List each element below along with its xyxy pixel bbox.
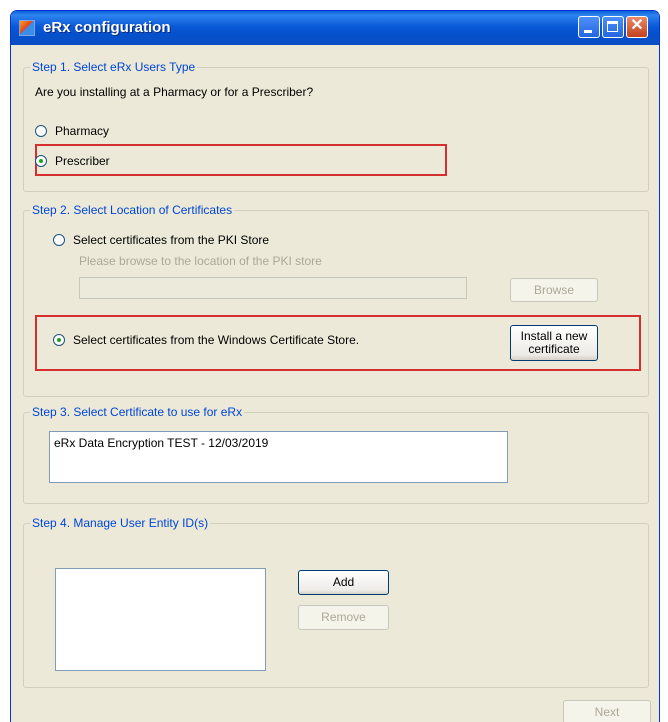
pki-path-input[interactable] (79, 277, 467, 299)
minimize-button[interactable] (578, 16, 600, 38)
install-certificate-button[interactable]: Install a new certificate (510, 325, 598, 361)
pharmacy-label: Pharmacy (55, 124, 110, 138)
pki-store-radio-circle[interactable] (53, 234, 65, 246)
step1-title: Step 1. Select eRx Users Type (32, 60, 196, 74)
entity-id-list[interactable] (55, 568, 266, 671)
step3-title: Step 3. Select Certificate to use for eR… (32, 405, 243, 419)
add-entity-button[interactable]: Add (298, 570, 389, 595)
app-icon (19, 20, 35, 36)
maximize-button[interactable] (602, 16, 624, 38)
pki-store-hint: Please browse to the location of the PKI… (79, 254, 322, 268)
certificate-list[interactable]: eRx Data Encryption TEST - 12/03/2019 (49, 431, 508, 483)
prescriber-label: Prescriber (55, 154, 110, 168)
window-title: eRx configuration (43, 19, 171, 36)
browse-button[interactable]: Browse (510, 278, 598, 302)
close-icon: ✕ (630, 17, 644, 34)
title-bar[interactable]: eRx configuration ✕ (11, 11, 659, 45)
user-type-question: Are you installing at a Pharmacy or for … (35, 85, 314, 99)
prescriber-radio-circle[interactable] (35, 155, 47, 167)
windows-store-label: Select certificates from the Windows Cer… (73, 333, 360, 347)
maximize-icon (607, 21, 618, 32)
remove-entity-button[interactable]: Remove (298, 605, 389, 630)
certificate-list-item[interactable]: eRx Data Encryption TEST - 12/03/2019 (54, 436, 268, 450)
minimize-icon (584, 30, 592, 33)
next-button[interactable]: Next (563, 700, 651, 722)
prescriber-radio[interactable]: Prescriber (35, 154, 110, 168)
step4-title: Step 4. Manage User Entity ID(s) (32, 516, 209, 530)
step2-title: Step 2. Select Location of Certificates (32, 203, 233, 217)
erx-configuration-window: eRx configuration ✕ Step 1. Select eRx U… (10, 10, 660, 722)
windows-store-radio[interactable]: Select certificates from the Windows Cer… (53, 333, 359, 347)
close-button[interactable]: ✕ (626, 16, 648, 38)
pharmacy-radio[interactable]: Pharmacy (35, 124, 109, 138)
install-label-line2: certificate (528, 342, 580, 356)
pharmacy-radio-circle[interactable] (35, 125, 47, 137)
pki-store-radio[interactable]: Select certificates from the PKI Store (53, 233, 269, 247)
windows-store-radio-circle[interactable] (53, 334, 65, 346)
pki-store-label: Select certificates from the PKI Store (73, 233, 270, 247)
